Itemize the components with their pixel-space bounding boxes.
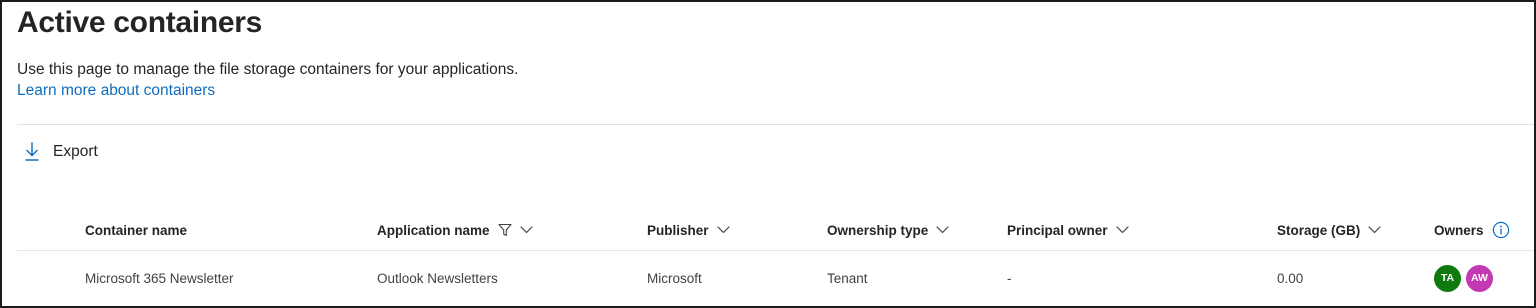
cell-container-name[interactable]: Microsoft 365 Newsletter	[85, 252, 234, 304]
divider	[17, 124, 1534, 125]
avatar[interactable]: TA	[1434, 264, 1461, 292]
column-header-container-name[interactable]: Container name	[85, 210, 187, 250]
export-label: Export	[53, 143, 98, 160]
cell-storage: 0.00	[1277, 270, 1304, 286]
cell-ownership-type: Tenant	[827, 270, 868, 286]
column-header-publisher[interactable]: Publisher	[647, 210, 730, 250]
table-row[interactable]: Microsoft 365 Newsletter Outlook Newslet…	[17, 252, 1534, 304]
cell-application-name: Outlook Newsletters	[377, 270, 498, 286]
column-header-owners: Owners	[1434, 210, 1510, 250]
table-header: Container name Application name Publishe…	[17, 210, 1534, 251]
chevron-down-icon	[519, 226, 533, 234]
chevron-down-icon	[1115, 226, 1129, 234]
cell-owners: TA AW	[1434, 252, 1493, 304]
chevron-down-icon	[936, 226, 949, 234]
download-icon	[24, 142, 40, 162]
active-containers-page: Active containers Use this page to manag…	[0, 0, 1536, 308]
page-title: Active containers	[17, 6, 262, 39]
info-icon[interactable]	[1492, 221, 1510, 239]
cell-publisher: Microsoft	[647, 270, 702, 286]
chevron-down-icon	[1368, 226, 1381, 234]
page-description: Use this page to manage the file storage…	[17, 61, 519, 78]
chevron-down-icon	[716, 226, 730, 234]
column-header-principal-owner[interactable]: Principal owner	[1007, 210, 1129, 250]
learn-more-link[interactable]: Learn more about containers	[17, 82, 215, 100]
avatar[interactable]: AW	[1466, 264, 1493, 292]
export-button[interactable]: Export	[24, 138, 98, 166]
column-header-storage[interactable]: Storage (GB)	[1277, 210, 1381, 250]
filter-icon[interactable]	[497, 223, 512, 237]
column-header-application-name[interactable]: Application name	[377, 210, 533, 250]
cell-principal-owner: -	[1007, 270, 1012, 286]
column-header-ownership-type[interactable]: Ownership type	[827, 210, 949, 250]
